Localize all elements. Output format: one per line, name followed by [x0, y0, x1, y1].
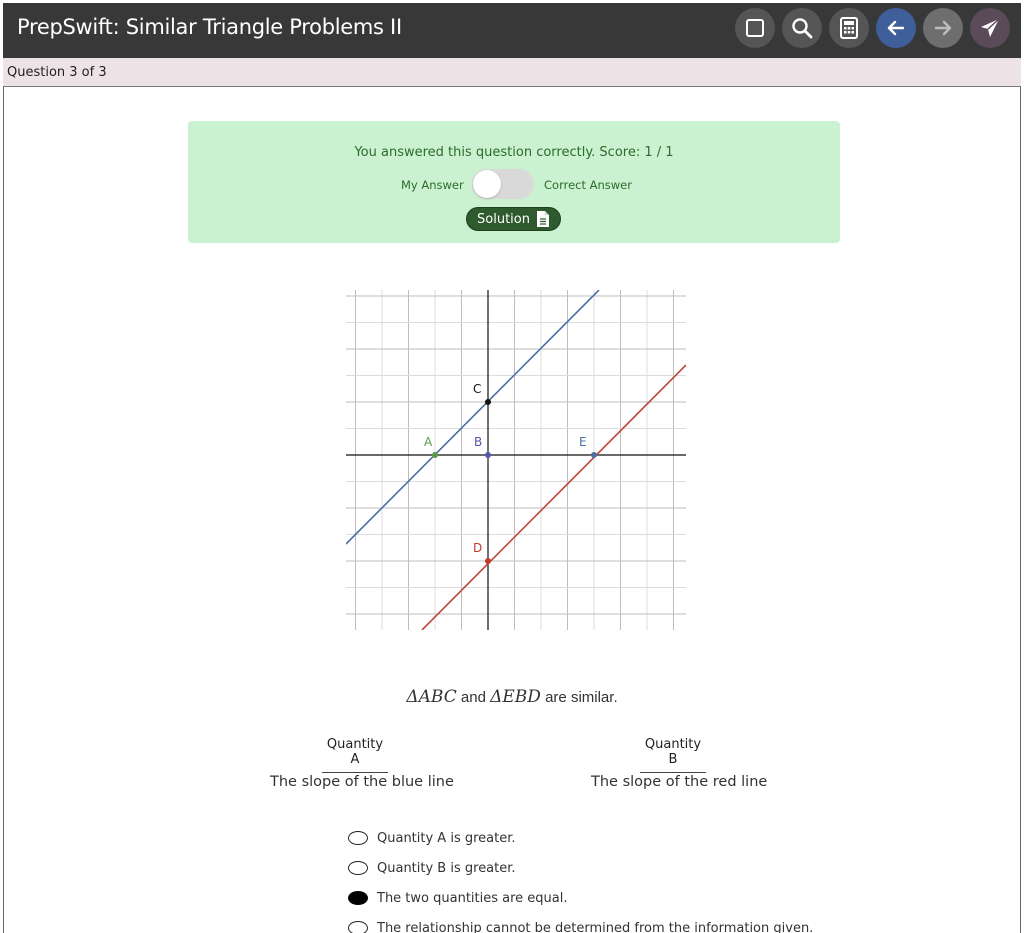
arrow-right-icon [934, 20, 952, 36]
back-button[interactable] [876, 8, 916, 48]
point-d [485, 558, 491, 564]
calculator-button[interactable] [829, 8, 869, 48]
choice-equal[interactable]: The two quantities are equal. [348, 888, 568, 908]
point-b [485, 452, 491, 458]
correct-answer-label: Correct Answer [544, 178, 632, 192]
statement-suffix: are similar. [545, 689, 618, 706]
radio-button[interactable] [348, 921, 368, 933]
solution-button[interactable]: Solution [466, 207, 561, 231]
question-statement: ΔABC and ΔEBD are similar. [4, 687, 1020, 707]
paper-plane-icon [981, 18, 1000, 37]
label-c: C [473, 382, 481, 396]
choice-cannot-determine[interactable]: The relationship cannot be determined fr… [348, 918, 813, 933]
app-title: PrepSwift: Similar Triangle Problems II [17, 15, 402, 39]
choice-label: Quantity B is greater. [377, 860, 516, 876]
choice-a-greater[interactable]: Quantity A is greater. [348, 828, 516, 848]
radio-button[interactable] [348, 831, 368, 845]
coordinate-graph: A B C D E [346, 290, 686, 630]
point-e [591, 452, 597, 458]
forward-button[interactable] [923, 8, 963, 48]
my-answer-label: My Answer [401, 178, 464, 192]
feedback-message: You answered this question correctly. Sc… [354, 145, 674, 160]
grid-lines [346, 290, 686, 630]
triangle-abc: ΔABC [406, 687, 457, 707]
solution-label: Solution [477, 211, 530, 227]
calculator-icon [840, 17, 858, 39]
feedback-panel: You answered this question correctly. Sc… [188, 121, 840, 243]
magnifier-icon [792, 18, 813, 39]
label-d: D [473, 541, 482, 555]
toggle-knob [473, 170, 501, 198]
choice-label: The relationship cannot be determined fr… [377, 920, 814, 933]
triangle-ebd: ΔEBD [490, 687, 541, 707]
quantity-b-text: The slope of the red line [591, 774, 768, 790]
flag-button[interactable] [735, 8, 775, 48]
label-b: B [474, 435, 482, 449]
document-icon [536, 211, 549, 227]
top-bar: PrepSwift: Similar Triangle Problems II [3, 3, 1021, 58]
quantity-b-header: Quantity B [640, 737, 706, 773]
question-counter: Question 3 of 3 [7, 65, 107, 80]
label-a: A [424, 435, 433, 449]
arrow-left-icon [887, 20, 905, 36]
search-button[interactable] [782, 8, 822, 48]
square-icon [746, 19, 764, 37]
choice-b-greater[interactable]: Quantity B is greater. [348, 858, 516, 878]
choice-label: Quantity A is greater. [377, 830, 516, 846]
statement-connector: and [460, 689, 486, 706]
blue-line [346, 290, 600, 545]
question-progress-bar: Question 3 of 3 [3, 58, 1021, 87]
point-c [485, 399, 491, 405]
choice-label: The two quantities are equal. [377, 890, 568, 906]
question-content: You answered this question correctly. Sc… [3, 87, 1021, 933]
answer-toggle[interactable] [472, 169, 534, 199]
quantity-a-header: Quantity A [322, 737, 388, 773]
point-a [432, 452, 438, 458]
submit-button[interactable] [970, 8, 1010, 48]
radio-button[interactable] [348, 891, 368, 905]
label-e: E [579, 435, 587, 449]
quantity-a-text: The slope of the blue line [270, 774, 454, 790]
radio-button[interactable] [348, 861, 368, 875]
